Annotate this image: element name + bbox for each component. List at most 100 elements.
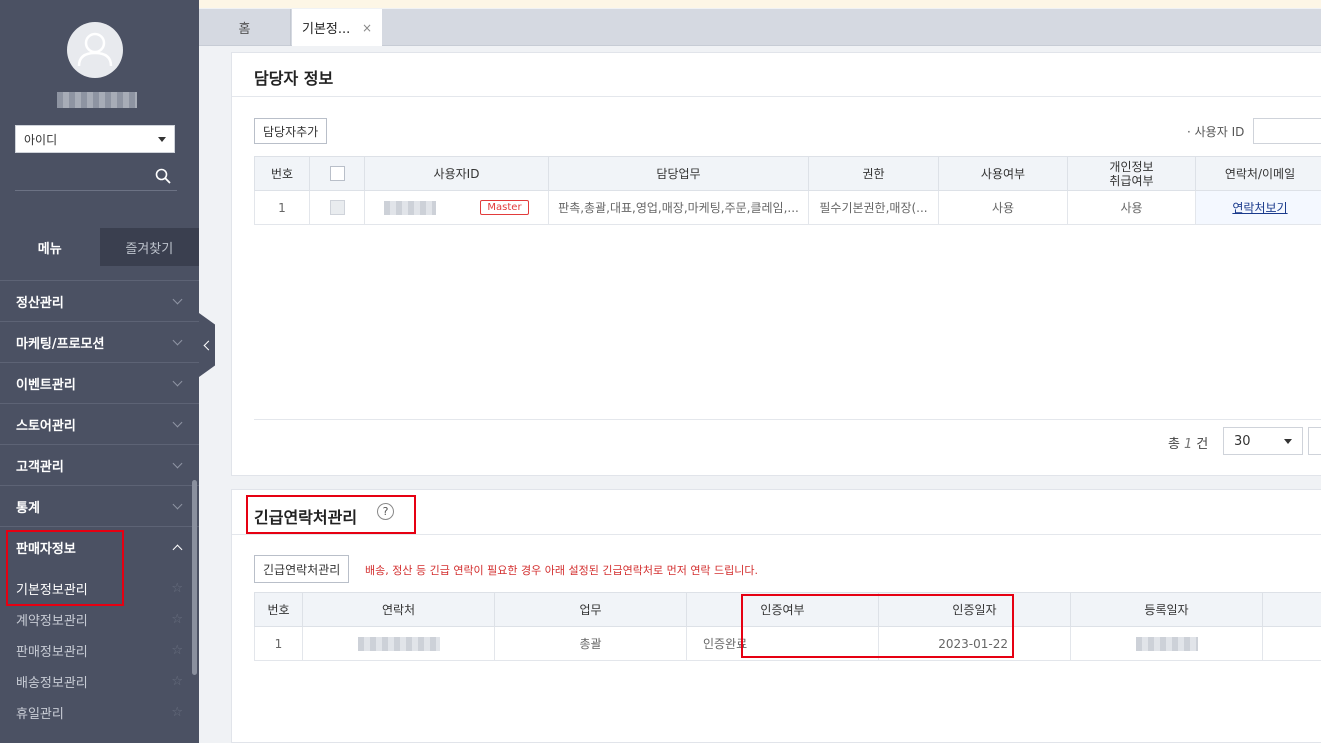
sub-item-label: 휴일관리: [16, 707, 64, 722]
star-icon[interactable]: ☆: [171, 581, 183, 596]
blurred-reg-date: [1135, 636, 1198, 651]
chevron-down-icon: [172, 335, 183, 345]
page-size-value: 30: [1234, 433, 1251, 449]
menu-item-marketing[interactable]: 마케팅/프로모션: [0, 321, 199, 362]
chevron-down-icon: [172, 376, 183, 386]
avatar: [67, 22, 123, 78]
col-header-checkbox: [309, 156, 365, 191]
emergency-contact-table: 번호 연락처 업무 인증여부 인증일자 등록일자 1 총괄 인증완료 2023-…: [254, 592, 1321, 661]
table-row: 1 총괄 인증완료 2023-01-22: [254, 626, 1321, 661]
row-checkbox[interactable]: [329, 200, 345, 215]
table-header-row: 번호 연락처 업무 인증여부 인증일자 등록일자: [254, 592, 1321, 627]
col-header: 번호: [254, 156, 310, 191]
sub-item-holiday[interactable]: 휴일관리 ☆: [0, 697, 199, 728]
cell-privacy: 사용: [1067, 190, 1196, 225]
emergency-contact-button[interactable]: 긴급연락처관리: [254, 555, 350, 583]
tab-menu[interactable]: 메뉴: [0, 228, 100, 266]
sub-item-label: 계약정보관리: [16, 614, 88, 629]
sub-item-label: 판매정보관리: [16, 645, 88, 660]
page-tabbar: 홈 기본정... ×: [199, 9, 1321, 46]
menu-item-label: 스토어관리: [16, 418, 76, 434]
sidebar-scrollbar[interactable]: [192, 480, 197, 675]
menu-item-event[interactable]: 이벤트관리: [0, 362, 199, 403]
sidebar: 아이디 메뉴 즐겨찾기 정산관리 마케팅/프로모션 이벤트관리 스토어관리 고객…: [0, 0, 199, 743]
select-all-checkbox[interactable]: [329, 166, 345, 181]
close-icon[interactable]: ×: [362, 21, 372, 35]
tab-favorites[interactable]: 즐겨찾기: [99, 228, 199, 266]
sub-item-label: 배송정보관리: [16, 676, 88, 691]
col-header: 번호: [254, 592, 303, 627]
sub-item-label: 기본정보관리: [16, 583, 88, 598]
menu-item-label: 판매자정보: [16, 541, 76, 557]
star-icon[interactable]: ☆: [171, 674, 183, 689]
col-header: 연락처: [302, 592, 495, 627]
menu-item-stats[interactable]: 통계: [0, 485, 199, 526]
col-header: [1262, 592, 1321, 627]
col-header: 업무: [494, 592, 687, 627]
total-suffix: 건: [1196, 437, 1209, 452]
menu-item-label: 정산관리: [16, 295, 64, 311]
menu-item-label: 고객관리: [16, 459, 64, 475]
manager-table: 번호 사용자ID 담당업무 권한 사용여부 개인정보 취급여부 연락처/이메일 …: [254, 156, 1321, 225]
user-name-blurred: [57, 92, 137, 108]
view-contact-link[interactable]: 연락처보기: [1232, 201, 1287, 215]
help-icon[interactable]: ?: [377, 503, 394, 520]
tab-label: 기본정...: [302, 22, 351, 37]
page-size-select[interactable]: 30: [1223, 427, 1303, 455]
sub-item-contract-info[interactable]: 계약정보관리 ☆: [0, 604, 199, 635]
col-header: 인증여부: [686, 592, 879, 627]
tab-basic-info[interactable]: 기본정... ×: [292, 9, 382, 46]
menu-item-store[interactable]: 스토어관리: [0, 403, 199, 444]
col-header: 연락처/이메일: [1195, 156, 1321, 191]
total-prefix: 총: [1168, 437, 1180, 452]
blurred-user-id: [384, 200, 437, 215]
search-icon[interactable]: [155, 168, 171, 184]
menu-item-settlement[interactable]: 정산관리: [0, 280, 199, 321]
sub-item-shipping-info[interactable]: 배송정보관리 ☆: [0, 666, 199, 697]
col-header: 사용여부: [938, 156, 1068, 191]
sidebar-collapse-handle[interactable]: [199, 313, 215, 377]
cell-duties: 판촉,총괄,대표,영업,매장,마케팅,주문,클레임,...: [548, 190, 809, 225]
user-id-filter-label: · 사용자 ID: [1187, 125, 1245, 139]
emergency-contact-panel: 긴급연락처관리 ? 긴급연락처관리 배송, 정산 등 긴급 연락이 필요한 경우…: [231, 489, 1321, 743]
col-header: 권한: [808, 156, 939, 191]
sub-item-basic-info[interactable]: 기본정보관리 ☆: [0, 573, 199, 604]
caret-down-icon: [1284, 438, 1292, 444]
id-type-select[interactable]: 아이디: [15, 125, 175, 153]
add-manager-button[interactable]: 담당자추가: [254, 118, 328, 144]
user-id-filter-input[interactable]: [1253, 118, 1321, 144]
star-icon[interactable]: ☆: [171, 612, 183, 627]
master-badge: Master: [480, 200, 529, 215]
col-header: 사용자ID: [364, 156, 549, 191]
menu-item-label: 마케팅/프로모션: [16, 336, 105, 352]
caret-down-icon: [158, 136, 166, 142]
pager-button[interactable]: [1308, 427, 1321, 455]
manager-info-panel: 담당자 정보 담당자추가 · 사용자 ID 번호 사용자ID 담당업무 권한 사…: [231, 52, 1321, 476]
sidebar-search-input[interactable]: [15, 163, 177, 191]
col-header: 담당업무: [548, 156, 809, 191]
cell-use: 사용: [938, 190, 1068, 225]
section-title: 담당자 정보: [254, 69, 334, 88]
tab-home[interactable]: 홈: [199, 9, 291, 46]
section-title: 긴급연락처관리: [254, 508, 358, 527]
divider: [232, 96, 1321, 97]
cell-checkbox: [309, 190, 365, 225]
id-type-select-value: 아이디: [24, 132, 58, 147]
cell-no: 1: [254, 626, 303, 661]
chevron-down-icon: [172, 499, 183, 509]
total-count-value: 1: [1183, 437, 1193, 452]
cell-duty: 총괄: [494, 626, 687, 661]
cell-contact: [302, 626, 495, 661]
tab-label: 홈: [238, 22, 251, 37]
sidebar-tabs: 메뉴 즐겨찾기: [0, 228, 199, 266]
star-icon[interactable]: ☆: [171, 643, 183, 658]
chevron-down-icon: [172, 417, 183, 427]
menu-item-seller-info[interactable]: 판매자정보: [0, 526, 199, 567]
blurred-contact: [357, 636, 440, 651]
star-icon[interactable]: ☆: [171, 705, 183, 720]
chevron-down-icon: [172, 294, 183, 304]
cell-auth: 인증완료: [686, 626, 879, 661]
menu-item-label: 이벤트관리: [16, 377, 76, 393]
menu-item-customer[interactable]: 고객관리: [0, 444, 199, 485]
sub-item-sales-info[interactable]: 판매정보관리 ☆: [0, 635, 199, 666]
